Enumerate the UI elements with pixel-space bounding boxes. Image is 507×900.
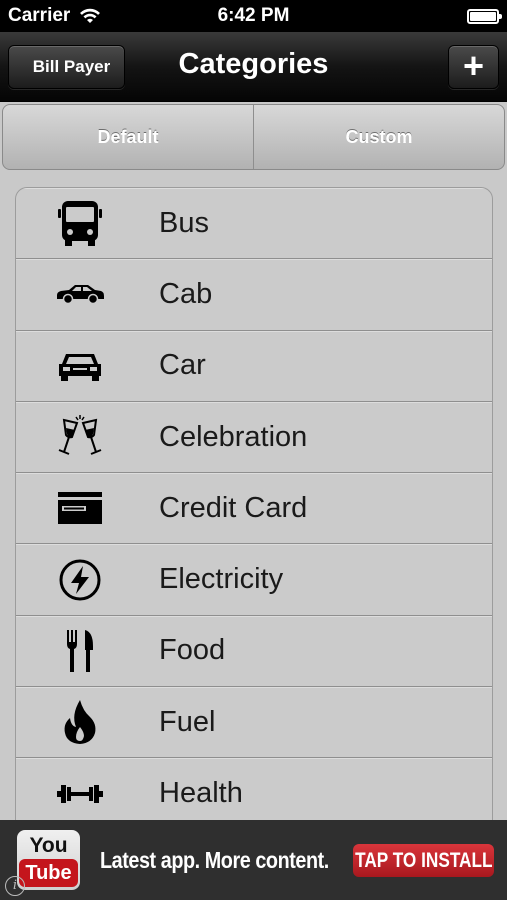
category-label: Electricity: [159, 563, 284, 596]
category-row-credit-card[interactable]: Credit Card: [16, 473, 492, 545]
category-row-fuel[interactable]: Fuel: [16, 687, 492, 759]
category-row-electricity[interactable]: Electricity: [16, 544, 492, 616]
fork-knife-icon: [16, 628, 144, 674]
champagne-glasses-icon: [16, 414, 144, 460]
flame-icon: [16, 699, 144, 745]
category-type-segmented-control: Default Custom: [2, 104, 505, 170]
credit-card-icon: [16, 492, 144, 525]
category-row-bus[interactable]: Bus: [16, 188, 492, 260]
category-row-food[interactable]: Food: [16, 616, 492, 688]
category-row-car[interactable]: Car: [16, 331, 492, 402]
segment-default[interactable]: Default: [3, 105, 253, 169]
youtube-logo: You Tube: [17, 830, 80, 890]
bus-icon: [16, 199, 144, 247]
tap-to-install-button[interactable]: TAP TO INSTALL: [353, 844, 494, 877]
status-bar: Carrier 6:42 PM: [0, 0, 507, 32]
category-row-health[interactable]: Health: [16, 758, 492, 820]
category-label: Car: [159, 349, 206, 382]
segment-custom[interactable]: Custom: [253, 105, 504, 169]
tap-to-install-label: TAP TO INSTALL: [354, 848, 493, 872]
category-row-cab[interactable]: Cab: [16, 259, 492, 331]
category-list: Bus Cab Car Celebration Credit Card Elec…: [15, 187, 493, 820]
category-label: Bus: [159, 206, 209, 239]
youtube-logo-you: You: [29, 834, 68, 857]
page-title: Categories: [178, 48, 329, 80]
battery-icon: [467, 9, 502, 24]
cab-icon: [16, 283, 144, 305]
car-icon: [16, 350, 144, 382]
add-category-button[interactable]: +: [448, 45, 499, 89]
category-label: Health: [159, 777, 243, 810]
category-label: Credit Card: [159, 491, 308, 524]
dumbbell-icon: [16, 783, 144, 805]
ad-text: Latest app. More content.: [100, 846, 329, 873]
category-row-celebration[interactable]: Celebration: [16, 402, 492, 474]
ad-banner[interactable]: You Tube Latest app. More content. TAP T…: [0, 820, 507, 900]
category-label: Food: [159, 634, 226, 667]
youtube-logo-tube: Tube: [19, 859, 78, 887]
navigation-bar: Bill Payer Categories +: [0, 32, 507, 102]
category-label: Celebration: [159, 420, 308, 453]
info-icon[interactable]: i: [5, 876, 25, 896]
lightning-bolt-icon: [16, 558, 144, 602]
category-label: Fuel: [159, 705, 216, 738]
status-time: 6:42 PM: [217, 5, 290, 26]
category-label: Cab: [159, 277, 213, 310]
